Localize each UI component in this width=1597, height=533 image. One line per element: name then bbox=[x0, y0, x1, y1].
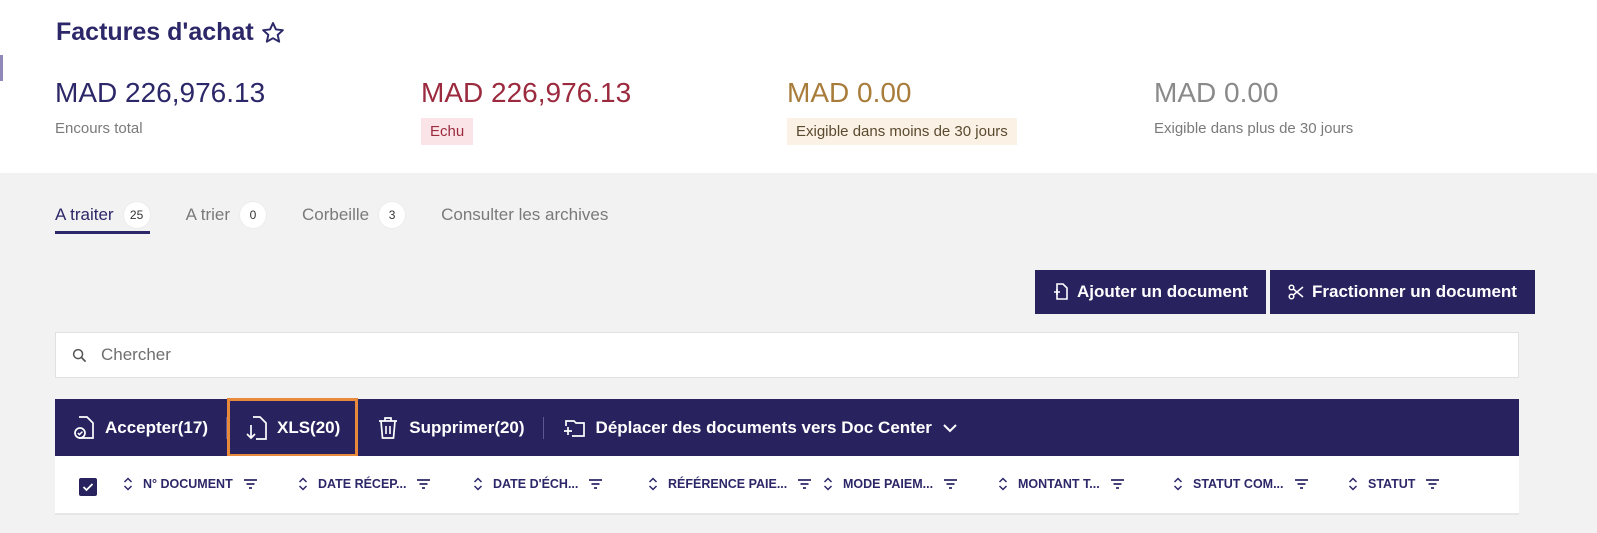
column-label: STATUT bbox=[1368, 477, 1416, 491]
trash-icon bbox=[379, 416, 398, 439]
col-numero-document-header[interactable]: N° DOCUMENT bbox=[123, 476, 258, 492]
sort-icon[interactable] bbox=[298, 476, 308, 492]
file-check-icon bbox=[74, 415, 94, 439]
sort-icon[interactable] bbox=[123, 476, 133, 492]
filter-icon[interactable] bbox=[797, 478, 812, 490]
split-document-button[interactable]: Fractionner un document bbox=[1270, 270, 1535, 314]
kpi-overdue: MAD 226,976.13 Echu bbox=[421, 74, 631, 145]
sort-icon[interactable] bbox=[473, 476, 483, 492]
xls-export-button[interactable]: XLS(20) bbox=[227, 398, 359, 457]
kpi-due-under-30: MAD 0.00 Exigible dans moins de 30 jours bbox=[787, 74, 1017, 145]
tab-corbeille[interactable]: Corbeille 3 bbox=[302, 196, 406, 234]
table-header: N° DOCUMENT DATE RÉCEP... DATE D'ÉCH... RÉF… bbox=[55, 456, 1519, 515]
kpi-label: Exigible dans plus de 30 jours bbox=[1154, 120, 1354, 137]
bulk-action-bar: Accepter(17) XLS(20) Supprimer(20) Dépla… bbox=[55, 398, 1519, 457]
filter-icon[interactable] bbox=[416, 478, 431, 490]
tab-a-trier[interactable]: A trier 0 bbox=[186, 196, 266, 234]
kpi-label: Encours total bbox=[55, 120, 143, 137]
sort-icon[interactable] bbox=[1348, 476, 1358, 492]
summary-panel: Factures d'achat MAD 226,976.13 Encours … bbox=[0, 0, 1597, 173]
kpi-badge-due-soon: Exigible dans moins de 30 jours bbox=[787, 118, 1017, 145]
filter-icon[interactable] bbox=[1425, 478, 1440, 490]
xls-label: XLS(20) bbox=[277, 417, 341, 437]
col-date-reception-header[interactable]: DATE RÉCEP... bbox=[298, 476, 431, 492]
column-label: MONTANT T... bbox=[1018, 477, 1100, 491]
sort-icon[interactable] bbox=[998, 476, 1008, 492]
col-statut-header[interactable]: STATUT bbox=[1348, 476, 1440, 492]
sort-icon[interactable] bbox=[823, 476, 833, 492]
add-document-label: Ajouter un document bbox=[1077, 282, 1248, 301]
column-label: DATE RÉCEP... bbox=[318, 477, 407, 491]
col-montant-total-header[interactable]: MONTANT T... bbox=[998, 476, 1125, 492]
filter-icon[interactable] bbox=[588, 478, 603, 490]
sort-icon[interactable] bbox=[648, 476, 658, 492]
move-label: Déplacer des documents vers Doc Center bbox=[595, 417, 932, 437]
filter-icon[interactable] bbox=[243, 478, 258, 490]
filter-icon[interactable] bbox=[943, 478, 958, 490]
tab-count-badge: 25 bbox=[123, 202, 150, 228]
tab-label: A trier bbox=[185, 205, 230, 224]
tab-label: Corbeille bbox=[302, 205, 370, 224]
tab-label: Consulter les archives bbox=[441, 205, 609, 224]
col-date-echeance-header[interactable]: DATE D'ÉCH... bbox=[473, 476, 603, 492]
delete-button[interactable]: Supprimer(20) bbox=[359, 399, 542, 456]
column-label: STATUT COM... bbox=[1193, 477, 1284, 491]
page-title-row: Factures d'achat bbox=[56, 18, 286, 47]
column-label: N° DOCUMENT bbox=[143, 477, 233, 491]
move-to-doc-center-dropdown[interactable]: Déplacer des documents vers Doc Center bbox=[544, 399, 976, 456]
column-label: RÉFÉRENCE PAIE... bbox=[668, 477, 788, 491]
select-all-checkbox[interactable] bbox=[79, 478, 97, 496]
column-label: MODE PAIEM... bbox=[843, 477, 934, 491]
search-input[interactable] bbox=[101, 345, 1481, 365]
kpi-badge-overdue: Echu bbox=[421, 118, 474, 145]
chevron-down-icon bbox=[943, 423, 957, 432]
col-statut-commande-header[interactable]: STATUT COM... bbox=[1173, 476, 1309, 492]
kpi-amount: MAD 0.00 bbox=[1154, 77, 1279, 108]
accept-button[interactable]: Accepter(17) bbox=[55, 399, 226, 456]
split-document-label: Fractionner un document bbox=[1312, 282, 1517, 301]
delete-label: Supprimer(20) bbox=[409, 417, 525, 437]
tab-count-badge: 0 bbox=[240, 202, 266, 228]
folder-move-icon bbox=[563, 419, 585, 437]
kpi-total-outstanding: MAD 226,976.13 Encours total bbox=[55, 74, 265, 138]
col-reference-paiement-header[interactable]: RÉFÉRENCE PAIE... bbox=[648, 476, 812, 492]
left-accent-bar bbox=[0, 55, 3, 81]
search-icon bbox=[72, 348, 87, 362]
scissors-icon bbox=[1288, 284, 1304, 300]
sort-icon[interactable] bbox=[1173, 476, 1183, 492]
col-mode-paiement-header[interactable]: MODE PAIEM... bbox=[823, 476, 958, 492]
accept-label: Accepter(17) bbox=[105, 417, 208, 437]
tab-bar: A traiter 25 A trier 0 Corbeille 3 Consu… bbox=[55, 196, 644, 234]
check-icon bbox=[82, 483, 94, 492]
tab-consulter-archives[interactable]: Consulter les archives bbox=[441, 196, 608, 234]
page-title: Factures d'achat bbox=[56, 18, 254, 46]
column-label: DATE D'ÉCH... bbox=[493, 477, 579, 491]
filter-icon[interactable] bbox=[1294, 478, 1309, 490]
tab-a-traiter[interactable]: A traiter 25 bbox=[55, 196, 150, 234]
search-bar bbox=[55, 332, 1519, 378]
kpi-amount: MAD 226,976.13 bbox=[421, 77, 632, 108]
tab-label: A traiter bbox=[55, 205, 114, 224]
file-add-icon bbox=[1054, 283, 1068, 300]
filter-icon[interactable] bbox=[1110, 478, 1125, 490]
file-download-icon bbox=[246, 415, 267, 440]
kpi-amount: MAD 226,976.13 bbox=[55, 77, 266, 108]
tab-count-badge: 3 bbox=[379, 202, 406, 228]
add-document-button[interactable]: Ajouter un document bbox=[1035, 270, 1266, 314]
kpi-due-over-30: MAD 0.00 Exigible dans plus de 30 jours bbox=[1154, 74, 1353, 138]
star-icon[interactable] bbox=[260, 20, 286, 46]
kpi-amount: MAD 0.00 bbox=[787, 77, 912, 108]
